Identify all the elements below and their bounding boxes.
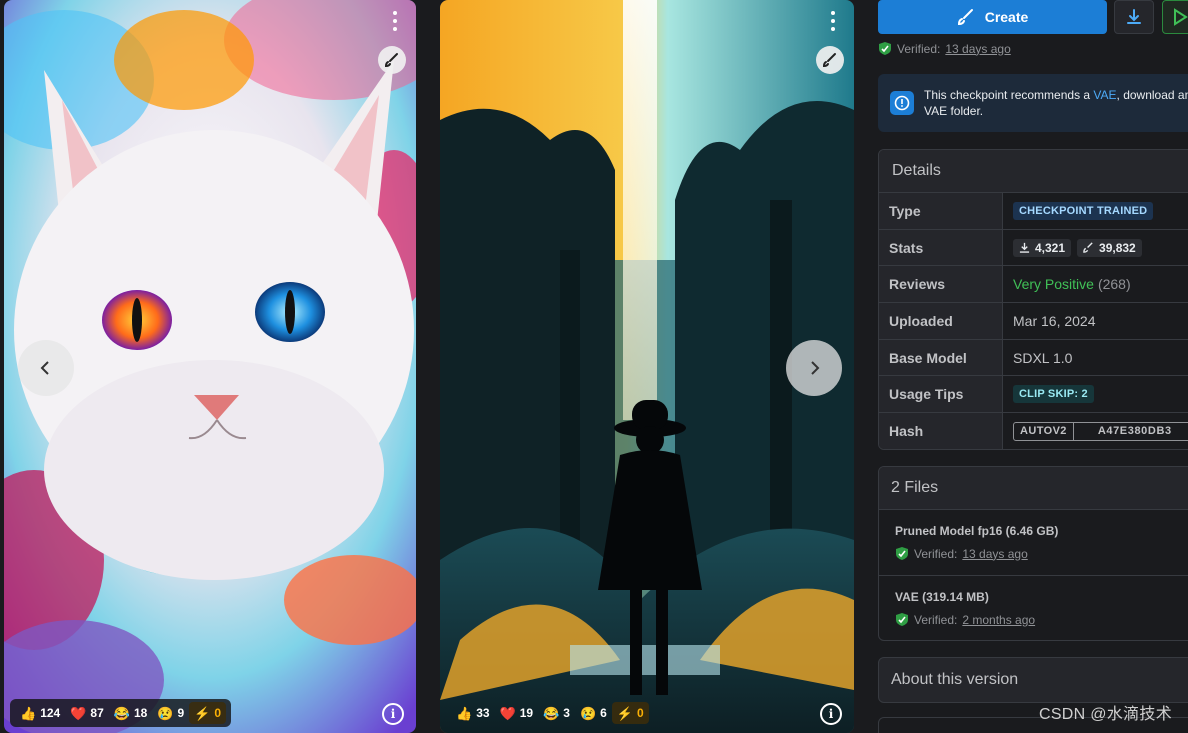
hash-value[interactable]: A47E380DB3	[1074, 423, 1188, 440]
reaction-buzz[interactable]: ⚡ 0	[189, 702, 227, 724]
run-button[interactable]	[1162, 0, 1188, 34]
shield-check-icon	[896, 547, 908, 560]
reaction-laugh[interactable]: 😂 18	[109, 699, 153, 727]
hash-algorithm[interactable]: AUTOV2	[1014, 422, 1074, 440]
reaction-bar: 👍 124 ❤️ 87 😂 18 😢 9 ⚡ 0	[10, 699, 232, 727]
chevron-left-icon[interactable]	[18, 340, 74, 396]
card-menu-icon[interactable]	[824, 10, 842, 32]
brush-icon[interactable]	[816, 46, 844, 74]
model-sidebar: Create Verified: 13 days ago This checkp…	[878, 0, 1188, 733]
shield-check-icon	[896, 613, 908, 626]
reaction-cry[interactable]: 😢 9	[152, 699, 189, 727]
verified-status: Verified: 2 months ago	[895, 612, 1181, 627]
create-button[interactable]: Create	[878, 0, 1107, 34]
hash-copy[interactable]: AUTOV2 A47E380DB3	[1013, 421, 1188, 441]
vae-alert: This checkpoint recommends a VAE, downlo…	[878, 74, 1188, 132]
card-menu-icon[interactable]	[386, 10, 404, 32]
model-page: 👍 124 ❤️ 87 😂 18 😢 9 ⚡ 0 i 👍 33 ❤️ 19 😂 …	[0, 0, 1188, 733]
brush-icon	[1083, 242, 1093, 253]
verified-status: Verified: 13 days ago	[878, 41, 1011, 56]
about-version-section[interactable]: About this version	[878, 657, 1188, 703]
alert-info-icon	[890, 91, 914, 115]
details-table: Details Type CHECKPOINT TRAINED Stats 4,…	[878, 149, 1188, 450]
review-rating[interactable]: Very Positive	[1013, 276, 1094, 292]
file-item[interactable]: Pruned Model fp16 (6.46 GB) Verified: 13…	[879, 510, 1188, 576]
download-icon	[1127, 9, 1141, 24]
reaction-cry[interactable]: 😢 6	[575, 699, 612, 727]
vae-link[interactable]: VAE	[1093, 88, 1116, 102]
file-item[interactable]: VAE (319.14 MB) Verified: 2 months ago	[879, 576, 1188, 640]
play-icon	[1174, 8, 1188, 26]
info-icon[interactable]: i	[820, 703, 842, 725]
brush-icon[interactable]	[378, 46, 406, 74]
gallery-image-card[interactable]: 👍 33 ❤️ 19 😂 3 😢 6 ⚡ 0 i	[440, 0, 854, 733]
watermark: CSDN @水滴技术	[1038, 706, 1172, 723]
reaction-like[interactable]: 👍 124	[15, 699, 65, 727]
details-row-reviews: Reviews Very Positive (268)	[879, 266, 1188, 304]
action-buttons: Create	[878, 0, 1188, 34]
details-row-uploaded: Uploaded Mar 16, 2024	[879, 303, 1188, 340]
reaction-laugh[interactable]: 😂 3	[538, 699, 575, 727]
reaction-buzz[interactable]: ⚡ 0	[611, 702, 649, 724]
download-count: 4,321	[1013, 238, 1072, 257]
info-icon[interactable]: i	[382, 703, 404, 725]
generation-count: 39,832	[1077, 238, 1142, 257]
verified-status: Verified: 13 days ago	[895, 546, 1181, 561]
download-icon	[1019, 242, 1030, 253]
details-row-hash: Hash AUTOV2 A47E380DB3	[879, 413, 1188, 449]
review-count: (268)	[1097, 276, 1131, 293]
details-title[interactable]: Details	[879, 150, 1188, 193]
details-row-stats: Stats 4,321 39,832	[879, 229, 1188, 267]
verified-date-link[interactable]: 2 months ago	[962, 613, 1035, 627]
reaction-bar: 👍 33 ❤️ 19 😂 3 😢 6 ⚡ 0	[446, 699, 654, 727]
chevron-right-icon[interactable]	[786, 340, 842, 396]
gallery-image-card[interactable]: 👍 124 ❤️ 87 😂 18 😢 9 ⚡ 0 i	[4, 0, 416, 733]
details-row-usage-tips: Usage Tips CLIP SKIP: 2	[879, 376, 1188, 414]
alert-message: This checkpoint recommends a VAE, downlo…	[924, 88, 1188, 118]
details-row-base-model: Base Model SDXL 1.0	[879, 339, 1188, 377]
reaction-heart[interactable]: ❤️ 19	[495, 699, 539, 727]
shield-check-icon	[879, 42, 891, 55]
files-title[interactable]: 2 Files	[879, 467, 1188, 510]
reaction-heart[interactable]: ❤️ 87	[65, 699, 109, 727]
details-row-type: Type CHECKPOINT TRAINED	[879, 193, 1188, 230]
download-button[interactable]	[1114, 0, 1154, 34]
verified-date-link[interactable]: 13 days ago	[945, 42, 1010, 56]
clip-skip-badge: CLIP SKIP: 2	[1013, 385, 1094, 404]
brush-icon	[957, 9, 973, 26]
type-badge: CHECKPOINT TRAINED	[1013, 201, 1154, 220]
verified-date-link[interactable]: 13 days ago	[962, 547, 1027, 561]
reaction-like[interactable]: 👍 33	[451, 699, 495, 727]
files-panel: 2 Files Pruned Model fp16 (6.46 GB) Veri…	[878, 466, 1188, 641]
